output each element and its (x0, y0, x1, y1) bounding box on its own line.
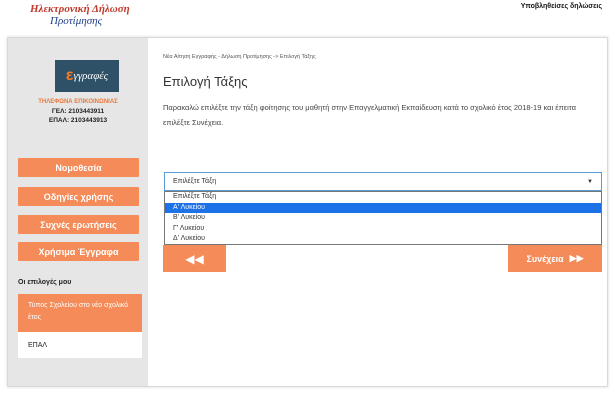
my-choices-title: Οι επιλογές μου (18, 279, 72, 286)
dropdown-option[interactable]: Δ' Λυκείου (165, 234, 601, 245)
brand-title[interactable]: Ηλεκτρονική Δήλωση (30, 3, 130, 15)
contact-epal: ΕΠΑΛ: 2103443913 (48, 117, 108, 124)
top-bar: Ηλεκτρονική Δήλωση Προτίμησης Υποβληθείσ… (0, 0, 616, 36)
contact-gel: ΓΕΛ: 2103443911 (51, 108, 105, 115)
class-select-value: Επιλέξτε Τάξη (173, 178, 217, 185)
instructions-text: Παρακαλώ επιλέξτε την τάξη φοίτησης του … (163, 103, 576, 127)
eggrafes-logo: ε γγραφές (55, 60, 119, 92)
double-chevron-left-icon: ◀◀ (185, 251, 204, 266)
submitted-declarations-link[interactable]: Υποβληθείσες δηλώσεις (521, 3, 602, 10)
page-title: Επιλογή Τάξης (163, 74, 248, 89)
dropdown-option-highlighted[interactable]: Α' Λυκείου (165, 202, 601, 213)
continue-button[interactable]: Συνέχεια ▶▶ (508, 245, 602, 272)
useful-documents-button[interactable]: Χρήσιμα Έγγραφα (18, 242, 139, 261)
contact-title: ΤΗΛΕΦΩΝΑ ΕΠΙΚΟΙΝΩΝΙΑΣ (38, 99, 118, 105)
back-button[interactable]: ◀◀ (163, 245, 226, 272)
choice-value: ΕΠΑΛ (18, 332, 142, 358)
double-chevron-right-icon: ▶▶ (569, 253, 584, 263)
breadcrumb: Νέα Αίτηση Εγγραφής - Δήλωση Προτίμησης … (163, 54, 316, 60)
dropdown-option[interactable]: Επιλέξτε Τάξη (165, 192, 601, 203)
brand-subtitle[interactable]: Προτίμησης (50, 15, 102, 27)
sidebar: ε γγραφές ΤΗΛΕΦΩΝΑ ΕΠΙΚΟΙΝΩΝΙΑΣ ΓΕΛ: 210… (8, 38, 148, 386)
continue-label: Συνέχεια (526, 253, 564, 264)
main-frame: ε γγραφές ΤΗΛΕΦΩΝΑ ΕΠΙΚΟΙΝΩΝΙΑΣ ΓΕΛ: 210… (7, 37, 608, 387)
legislation-button[interactable]: Νομοθεσία (18, 158, 139, 177)
class-select[interactable]: Επιλέξτε Τάξη ▼ (164, 172, 602, 191)
dropdown-option[interactable]: Β' Λυκείου (165, 213, 601, 224)
choice-label: Τύπος Σχολείου στο νέο σχολικό έτος (18, 294, 142, 332)
class-dropdown-list: Επιλέξτε Τάξη Α' Λυκείου Β' Λυκείου Γ' Λ… (164, 191, 602, 245)
faq-button[interactable]: Συχνές ερωτήσεις (18, 215, 139, 234)
logo-text: γγραφές (73, 70, 109, 82)
logo-letter: ε (65, 67, 74, 84)
dropdown-option[interactable]: Γ' Λυκείου (165, 224, 601, 235)
user-guide-button[interactable]: Οδηγίες χρήσης (18, 187, 139, 206)
caret-down-icon: ▼ (587, 178, 593, 185)
